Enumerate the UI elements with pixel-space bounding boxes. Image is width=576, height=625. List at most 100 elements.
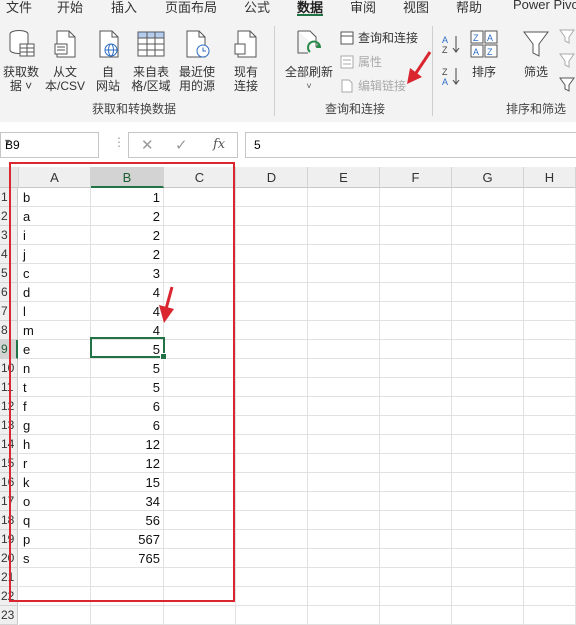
- column-header-d[interactable]: D: [236, 167, 308, 188]
- cell-h13[interactable]: [524, 416, 576, 435]
- cell-f21[interactable]: [380, 568, 452, 587]
- tab-insert[interactable]: 插入: [111, 0, 137, 16]
- sort-descending-icon[interactable]: ZA: [441, 65, 463, 87]
- cell-g5[interactable]: [452, 264, 524, 283]
- cell-d19[interactable]: [236, 530, 308, 549]
- cell-e1[interactable]: [308, 188, 380, 207]
- cell-e8[interactable]: [308, 321, 380, 340]
- cell-h1[interactable]: [524, 188, 576, 207]
- cell-h5[interactable]: [524, 264, 576, 283]
- cell-g14[interactable]: [452, 435, 524, 454]
- cell-g23[interactable]: [452, 606, 524, 625]
- cell-e6[interactable]: [308, 283, 380, 302]
- tab-formulas[interactable]: 公式: [244, 0, 270, 16]
- cell-g10[interactable]: [452, 359, 524, 378]
- tab-file[interactable]: 文件: [6, 0, 32, 16]
- cell-e5[interactable]: [308, 264, 380, 283]
- cell-e12[interactable]: [308, 397, 380, 416]
- cell-e22[interactable]: [308, 587, 380, 606]
- tab-home[interactable]: 开始: [57, 0, 83, 16]
- cell-e21[interactable]: [308, 568, 380, 587]
- name-box[interactable]: B9 ▾: [0, 132, 99, 158]
- row-header[interactable]: 23: [0, 606, 18, 625]
- cell-h23[interactable]: [524, 606, 576, 625]
- cell-h17[interactable]: [524, 492, 576, 511]
- existing-connections-button[interactable]: 现有 连接: [226, 28, 266, 93]
- cell-g11[interactable]: [452, 378, 524, 397]
- cell-e3[interactable]: [308, 226, 380, 245]
- cell-f1[interactable]: [380, 188, 452, 207]
- cell-f9[interactable]: [380, 340, 452, 359]
- cell-d12[interactable]: [236, 397, 308, 416]
- cell-d23[interactable]: [236, 606, 308, 625]
- queries-connections-button[interactable]: 查询和连接: [340, 29, 418, 46]
- column-header-g[interactable]: G: [452, 167, 524, 188]
- cell-g17[interactable]: [452, 492, 524, 511]
- cell-d6[interactable]: [236, 283, 308, 302]
- cell-h19[interactable]: [524, 530, 576, 549]
- cell-e23[interactable]: [308, 606, 380, 625]
- cell-a23[interactable]: [19, 606, 91, 625]
- cell-d22[interactable]: [236, 587, 308, 606]
- advanced-filter-icons[interactable]: [559, 28, 576, 98]
- cell-g7[interactable]: [452, 302, 524, 321]
- cell-h21[interactable]: [524, 568, 576, 587]
- cell-d13[interactable]: [236, 416, 308, 435]
- cell-g8[interactable]: [452, 321, 524, 340]
- cell-g4[interactable]: [452, 245, 524, 264]
- insert-function-icon[interactable]: fx: [213, 137, 225, 152]
- cell-e9[interactable]: [308, 340, 380, 359]
- cell-e15[interactable]: [308, 454, 380, 473]
- cell-h8[interactable]: [524, 321, 576, 340]
- formula-bar-grip-icon[interactable]: ⋮: [113, 135, 125, 149]
- cell-f15[interactable]: [380, 454, 452, 473]
- cell-f11[interactable]: [380, 378, 452, 397]
- cell-f10[interactable]: [380, 359, 452, 378]
- sort-button[interactable]: ZA AZ 排序: [466, 28, 502, 79]
- cell-f20[interactable]: [380, 549, 452, 568]
- cell-h15[interactable]: [524, 454, 576, 473]
- cell-d18[interactable]: [236, 511, 308, 530]
- formula-input[interactable]: 5: [245, 132, 576, 158]
- cell-f3[interactable]: [380, 226, 452, 245]
- cell-g19[interactable]: [452, 530, 524, 549]
- properties-button[interactable]: 属性: [340, 53, 382, 70]
- cell-d1[interactable]: [236, 188, 308, 207]
- cell-e16[interactable]: [308, 473, 380, 492]
- cell-g12[interactable]: [452, 397, 524, 416]
- from-web-button[interactable]: 自 网站: [90, 28, 126, 93]
- cell-h11[interactable]: [524, 378, 576, 397]
- cell-f23[interactable]: [380, 606, 452, 625]
- worksheet-grid[interactable]: A B C D E F G H 1b12a23i24j25c36d47l48m4…: [0, 162, 576, 625]
- cell-d8[interactable]: [236, 321, 308, 340]
- cell-h12[interactable]: [524, 397, 576, 416]
- column-header-h[interactable]: H: [524, 167, 576, 188]
- cell-c23[interactable]: [164, 606, 236, 625]
- cell-h10[interactable]: [524, 359, 576, 378]
- tab-power-pivot[interactable]: Power Pivot: [513, 0, 576, 12]
- cell-e13[interactable]: [308, 416, 380, 435]
- cell-h14[interactable]: [524, 435, 576, 454]
- name-box-dropdown-icon[interactable]: ▾: [5, 137, 94, 148]
- cell-h4[interactable]: [524, 245, 576, 264]
- cell-d2[interactable]: [236, 207, 308, 226]
- cell-f14[interactable]: [380, 435, 452, 454]
- enter-check-icon[interactable]: ✓: [175, 136, 188, 154]
- cell-g6[interactable]: [452, 283, 524, 302]
- column-header-e[interactable]: E: [308, 167, 380, 188]
- cell-g13[interactable]: [452, 416, 524, 435]
- edit-links-button[interactable]: 编辑链接: [340, 77, 406, 94]
- cell-e11[interactable]: [308, 378, 380, 397]
- cell-d17[interactable]: [236, 492, 308, 511]
- cell-e18[interactable]: [308, 511, 380, 530]
- from-table-range-button[interactable]: 来自表 格/区域: [128, 28, 174, 93]
- sort-ascending-icon[interactable]: AZ: [441, 33, 463, 55]
- cell-h6[interactable]: [524, 283, 576, 302]
- column-header-f[interactable]: F: [380, 167, 452, 188]
- cell-d10[interactable]: [236, 359, 308, 378]
- cell-f4[interactable]: [380, 245, 452, 264]
- cell-f19[interactable]: [380, 530, 452, 549]
- cell-e20[interactable]: [308, 549, 380, 568]
- cell-g1[interactable]: [452, 188, 524, 207]
- cell-g20[interactable]: [452, 549, 524, 568]
